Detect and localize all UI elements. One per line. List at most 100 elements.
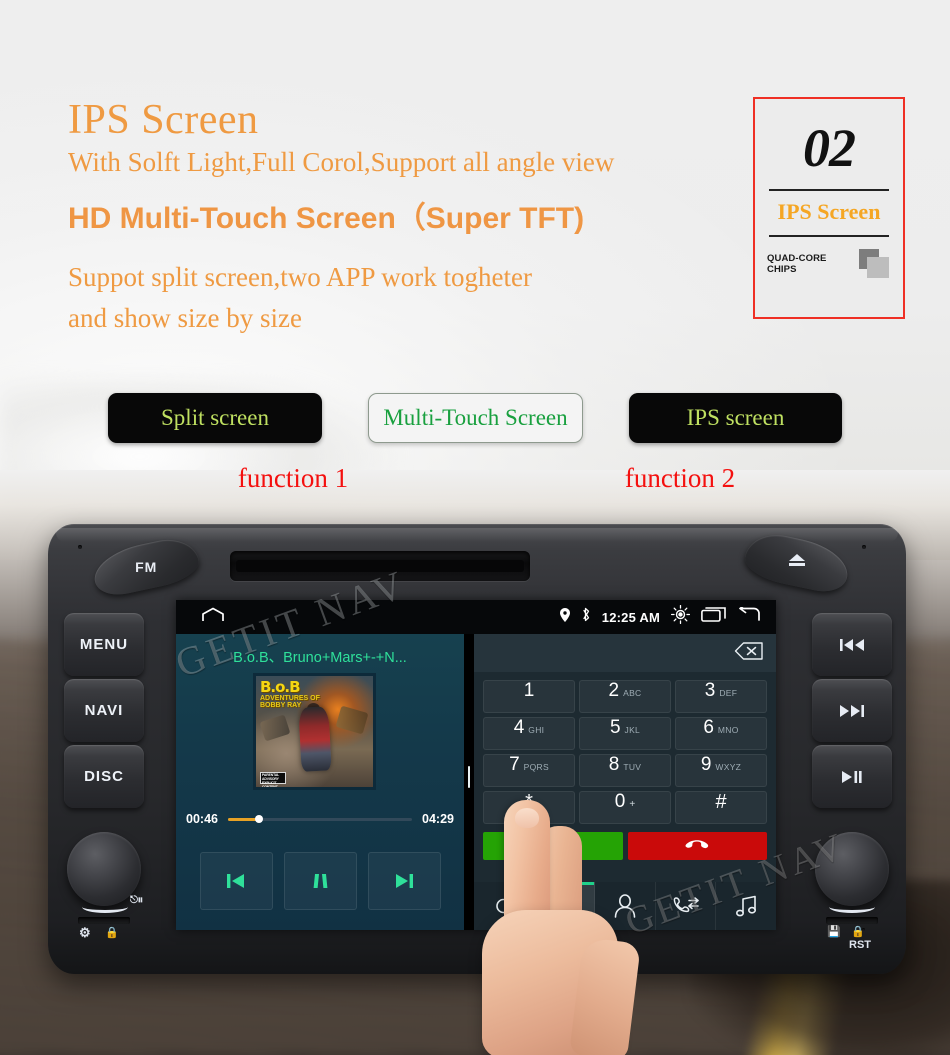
split-drag-handle[interactable] [468, 766, 470, 788]
screw-dot-right [862, 545, 866, 549]
feature-pill-row: Split screen Multi-Touch Screen IPS scre… [0, 393, 950, 445]
back-arrow-icon[interactable] [738, 603, 760, 627]
disc-button[interactable]: DISC [64, 745, 144, 808]
key-9-alpha: WXYZ [715, 762, 742, 772]
key-3[interactable]: 3 DEF [675, 680, 767, 713]
function-2-label: function 2 [624, 463, 736, 493]
dialpad-icon [548, 890, 580, 923]
android-status-bar: 12:25 AM [176, 600, 776, 634]
tab-dialpad[interactable] [534, 882, 596, 930]
next-track-button[interactable] [367, 852, 441, 910]
power-mute-icon: ⎋⏸ [130, 895, 143, 906]
left-button-column: MENU NAVI DISC [64, 613, 144, 811]
description-line-2: and show size by size [68, 303, 302, 334]
tab-call-history[interactable] [656, 882, 717, 930]
music-player-pane[interactable]: B.o.B、Bruno+Mars+-+N... B.o.B ADVENTURES… [176, 634, 464, 930]
key-5[interactable]: 5 JKL [579, 717, 671, 750]
recents-icon[interactable] [701, 607, 727, 627]
phone-hangup-icon [685, 840, 709, 849]
phone-tab-bar[interactable] [474, 882, 776, 930]
description-line-1: Suppot split screen,two APP work toghete… [68, 261, 532, 292]
progress-slider[interactable] [227, 815, 413, 823]
previous-track-button[interactable] [199, 852, 273, 910]
key-7-alpha: PQRS [523, 762, 549, 772]
play-pause-icon [842, 770, 862, 783]
key-0[interactable]: 0 + [579, 791, 671, 824]
key-5-num: 5 [609, 717, 621, 738]
disc-slot [230, 551, 530, 581]
call-action-row [483, 832, 767, 860]
reset-pinhole[interactable] [862, 928, 865, 931]
key-0-plus: + [629, 799, 636, 810]
next-track-hw-button[interactable] [812, 679, 892, 742]
reset-icon-left[interactable]: ⚙ [79, 925, 91, 941]
hangup-button[interactable] [627, 832, 767, 860]
knob-arc-right [829, 901, 875, 913]
play-pause-hw-button[interactable] [812, 745, 892, 808]
key-4[interactable]: 4 GHI [483, 717, 575, 750]
knob-arc-left [82, 901, 128, 913]
key-star-num: * [525, 791, 533, 813]
key-9[interactable]: 9 WXYZ [675, 754, 767, 787]
song-title: B.o.B、Bruno+Mars+-+N... [233, 650, 407, 666]
headline-block: IPS Screen With Solft Light,Full Corol,S… [68, 98, 728, 340]
key-8-num: 8 [608, 754, 620, 775]
contacts-person-icon [614, 894, 636, 918]
status-clock: 12:25 AM [601, 609, 660, 625]
pause-button[interactable] [283, 852, 357, 910]
key-hash[interactable]: # [675, 791, 767, 824]
eject-icon [787, 552, 807, 573]
previous-track-hw-button[interactable] [812, 613, 892, 676]
pill-multi-touch-screen[interactable]: Multi-Touch Screen [368, 393, 583, 443]
tab-recents[interactable] [474, 882, 535, 930]
promo-page: IPS Screen With Solft Light,Full Corol,S… [0, 0, 950, 1055]
key-1[interactable]: 1 [483, 680, 575, 713]
touchscreen-display[interactable]: 12:25 AM B.o.B、Bruno+Mars+-+N... B.o.B A… [176, 600, 776, 930]
backspace-icon[interactable] [734, 641, 764, 666]
page-title: IPS Screen [68, 97, 259, 143]
key-6[interactable]: 6 MNO [675, 717, 767, 750]
key-2-num: 2 [608, 680, 620, 701]
brightness-sun-icon[interactable] [670, 604, 691, 629]
key-5-alpha: JKL [624, 725, 641, 735]
home-icon[interactable] [201, 607, 225, 627]
previous-track-icon [840, 638, 864, 651]
split-divider[interactable] [464, 634, 474, 930]
elapsed-time: 00:46 [186, 812, 218, 826]
dialpad-keys[interactable]: 1 2 ABC 3 DEF 4 GHI 5 JKL 6 MNO 7 PQRS 8 TUV 9W… [483, 680, 767, 824]
split-screen-container: B.o.B、Bruno+Mars+-+N... B.o.B ADVENTURES… [176, 634, 776, 930]
key-4-num: 4 [513, 717, 525, 738]
key-7[interactable]: 7 PQRS [483, 754, 575, 787]
menu-button[interactable]: MENU [64, 613, 144, 676]
media-controls [176, 852, 464, 910]
sim-card-icon: 🔒 [851, 926, 865, 938]
pill-split-screen[interactable]: Split screen [108, 393, 322, 443]
key-2[interactable]: 2 ABC [579, 680, 671, 713]
badge-title: IPS Screen [759, 199, 899, 225]
tab-contacts[interactable] [595, 882, 656, 930]
phone-dialer-pane[interactable]: 1 2 ABC 3 DEF 4 GHI 5 JKL 6 MNO 7 PQRS 8 TUV 9W… [474, 634, 776, 930]
next-icon [396, 874, 413, 888]
key-hash-num: # [715, 791, 727, 813]
tune-knob[interactable] [815, 832, 889, 906]
call-button[interactable] [483, 832, 623, 860]
key-7-num: 7 [509, 754, 520, 775]
parental-advisory-label: PARENTAL ADVISORY EXPLICIT CONTENT [260, 772, 286, 787]
album-logo-text: B.o.B [260, 678, 301, 696]
progress-thumb[interactable] [255, 815, 264, 823]
sim-icon-left: 🔒 [105, 927, 119, 939]
key-star[interactable]: * [483, 791, 575, 824]
next-track-icon [840, 704, 864, 717]
key-6-num: 6 [703, 717, 714, 738]
sd-card-slot[interactable] [826, 917, 878, 924]
function-1-label: function 1 [237, 463, 349, 493]
tab-music[interactable] [716, 882, 776, 930]
key-1-num: 1 [523, 680, 535, 701]
key-8[interactable]: 8 TUV [579, 754, 671, 787]
navi-button[interactable]: NAVI [64, 679, 144, 742]
pill-ips-screen[interactable]: IPS screen [629, 393, 842, 443]
badge-number: 02 [803, 118, 856, 178]
duration-time: 04:29 [422, 812, 454, 826]
key-4-alpha: GHI [528, 725, 545, 735]
key-8-alpha: TUV [623, 762, 642, 772]
